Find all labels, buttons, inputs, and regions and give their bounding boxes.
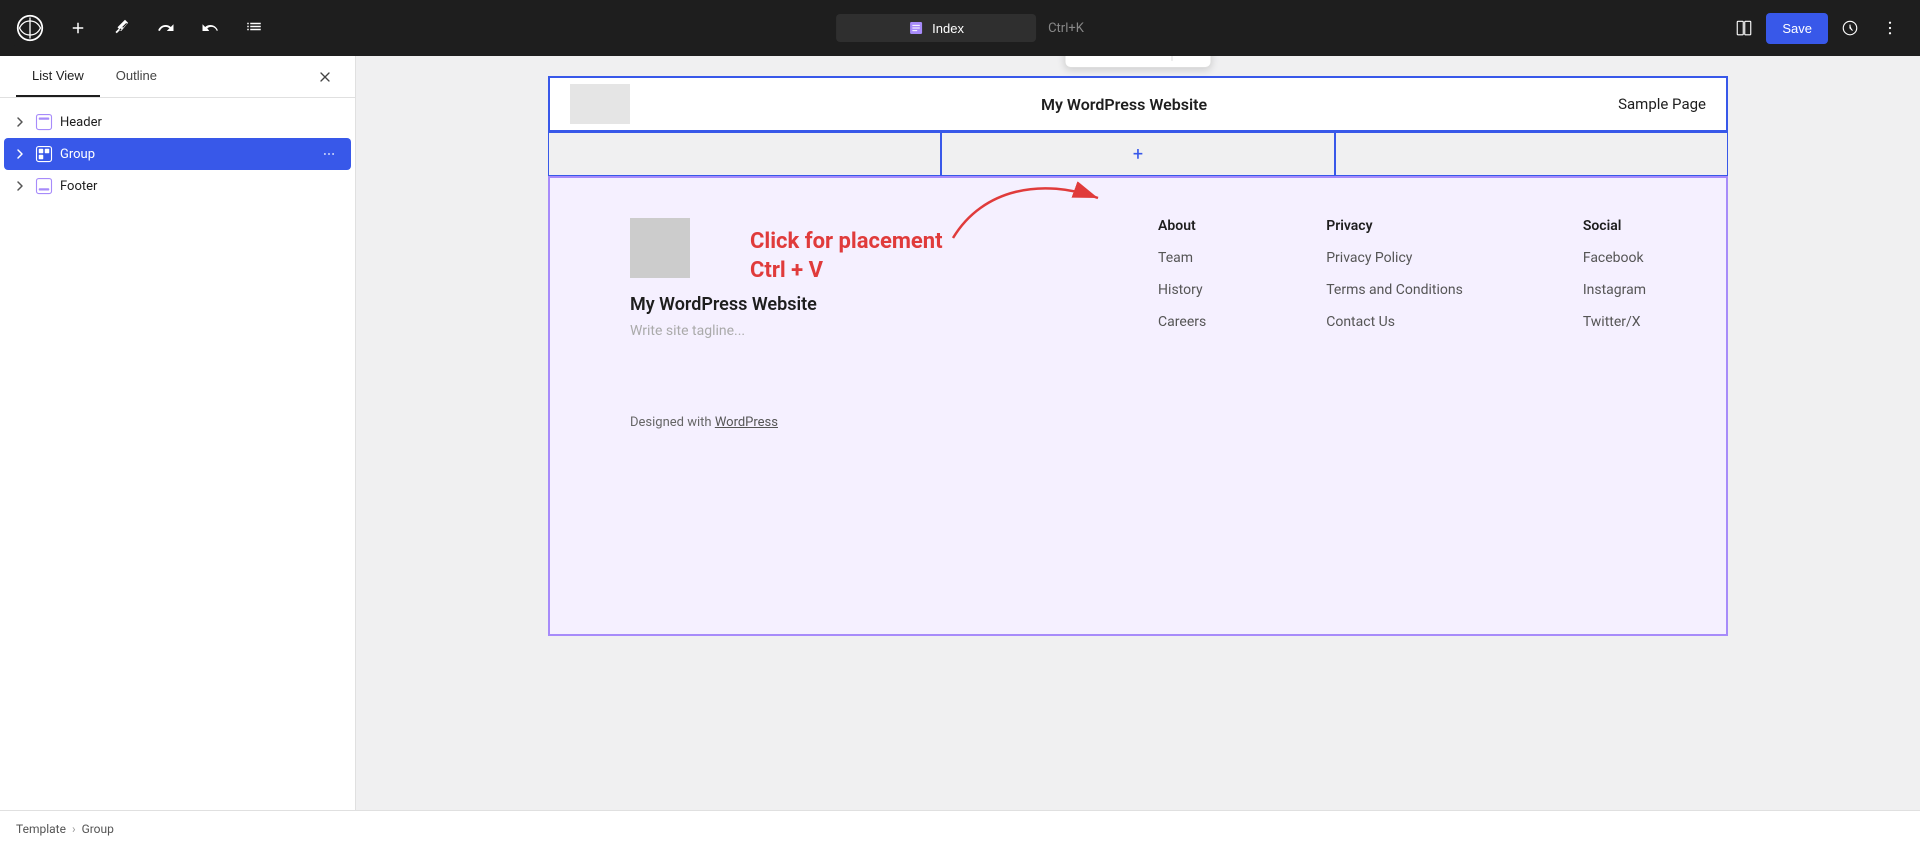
canvas-container: My WordPress Website Sample Page + Click…	[548, 76, 1728, 636]
footer-about-team[interactable]: Team	[1158, 250, 1206, 266]
shortcut-hint: Ctrl+K	[1048, 21, 1084, 36]
footer-logo-placeholder	[630, 218, 690, 278]
footer-bottom: Designed with WordPress	[630, 399, 1646, 430]
sidebar-close-button[interactable]	[311, 63, 339, 91]
footer-social-twitter[interactable]: Twitter/X	[1583, 314, 1646, 330]
more-options-button[interactable]	[1872, 10, 1908, 46]
footer-top: My WordPress Website Write site tagline.…	[630, 218, 1646, 339]
toolbar-right: Save	[1726, 10, 1908, 46]
footer-block-icon	[34, 176, 54, 196]
ft-duplicate-button[interactable]	[1068, 56, 1100, 65]
ft-more-button[interactable]	[1177, 56, 1209, 65]
sidebar-tabs: List View Outline	[0, 56, 355, 98]
main-layout: List View Outline Header	[0, 56, 1920, 810]
footer-designed-with: Designed with	[630, 415, 712, 430]
ft-move-button[interactable]	[1102, 56, 1134, 65]
header-sample-page: Sample Page	[1618, 95, 1706, 113]
sidebar: List View Outline Header	[0, 56, 356, 810]
index-label: Index	[932, 21, 964, 36]
tab-outline[interactable]: Outline	[100, 56, 173, 97]
footer-col-heading-privacy: Privacy	[1326, 218, 1463, 234]
tab-list-view[interactable]: List View	[16, 56, 100, 97]
footer-wordpress-link[interactable]: WordPress	[715, 415, 778, 430]
footer-nav-col-about: About Team History Careers	[1158, 218, 1206, 330]
footer-contact[interactable]: Contact Us	[1326, 314, 1463, 330]
footer-about-careers[interactable]: Careers	[1158, 314, 1206, 330]
save-button[interactable]: Save	[1766, 13, 1828, 44]
sidebar-item-group[interactable]: Group	[4, 138, 351, 170]
canvas-area[interactable]: My WordPress Website Sample Page + Click…	[356, 56, 1920, 810]
footer-privacy-list: Privacy Policy Terms and Conditions Cont…	[1326, 250, 1463, 330]
footer-about-history[interactable]: History	[1158, 282, 1206, 298]
expand-icon-group	[12, 146, 28, 162]
tools-button[interactable]	[104, 10, 140, 46]
footer-content: My WordPress Website Write site tagline.…	[550, 178, 1726, 470]
sidebar-item-footer[interactable]: Footer	[4, 170, 351, 202]
floating-toolbar	[1065, 56, 1212, 68]
add-block-button[interactable]	[60, 10, 96, 46]
footer-col-heading-about: About	[1158, 218, 1206, 234]
header-logo-placeholder	[570, 84, 630, 124]
footer-nav-col-privacy: Privacy Privacy Policy Terms and Conditi…	[1326, 218, 1463, 330]
footer-col-heading-social: Social	[1583, 218, 1646, 234]
footer-site-name: My WordPress Website	[630, 294, 850, 315]
insert-row[interactable]: +	[548, 132, 1728, 176]
list-view-button[interactable]	[236, 10, 272, 46]
footer-privacy-policy[interactable]: Privacy Policy	[1326, 250, 1463, 266]
view-toggle-button[interactable]	[1726, 10, 1762, 46]
insert-cell-left[interactable]	[548, 132, 941, 176]
sidebar-items: Header Group	[0, 98, 355, 210]
expand-icon-footer	[12, 178, 28, 194]
insert-cell-right[interactable]	[1335, 132, 1728, 176]
footer-nav-col-social: Social Facebook Instagram Twitter/X	[1583, 218, 1646, 330]
group-block-icon	[34, 144, 54, 164]
redo-button[interactable]	[192, 10, 228, 46]
breadcrumb-separator: ›	[72, 822, 76, 836]
expand-icon	[12, 114, 28, 130]
footer-terms[interactable]: Terms and Conditions	[1326, 282, 1463, 298]
top-toolbar: Index Ctrl+K Save	[0, 0, 1920, 56]
footer-logo-section: My WordPress Website Write site tagline.…	[630, 218, 850, 339]
breadcrumb-template[interactable]: Template	[16, 822, 66, 836]
ft-divider	[1172, 56, 1173, 61]
header-block-icon	[34, 112, 54, 132]
footer-social-list: Facebook Instagram Twitter/X	[1583, 250, 1646, 330]
ft-arrows-button[interactable]	[1136, 56, 1168, 65]
footer-about-list: Team History Careers	[1158, 250, 1206, 330]
inspector-toggle[interactable]	[1832, 10, 1868, 46]
footer-nav-columns: About Team History Careers Privacy	[910, 218, 1646, 330]
sidebar-item-header[interactable]: Header	[4, 106, 351, 138]
group-block: Click for placement Ctrl + V	[548, 176, 1728, 636]
canvas-header-bar: My WordPress Website Sample Page	[548, 76, 1728, 132]
toolbar-center: Index Ctrl+K	[836, 14, 1084, 42]
insert-cell-center[interactable]: +	[941, 132, 1334, 176]
footer-social-facebook[interactable]: Facebook	[1583, 250, 1646, 266]
bottom-bar: Template › Group	[0, 810, 1920, 846]
footer-social-instagram[interactable]: Instagram	[1583, 282, 1646, 298]
footer-tagline: Write site tagline...	[630, 323, 850, 339]
group-more-button[interactable]	[319, 144, 339, 164]
wp-logo	[12, 10, 48, 46]
header-site-title: My WordPress Website	[1041, 95, 1207, 114]
breadcrumb-current: Group	[82, 822, 114, 836]
undo-button[interactable]	[148, 10, 184, 46]
index-button[interactable]: Index	[836, 14, 1036, 42]
